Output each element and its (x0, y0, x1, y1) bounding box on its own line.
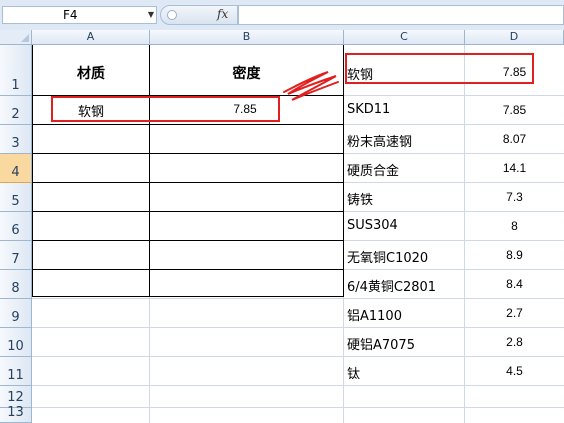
column-header-c[interactable]: C (344, 30, 465, 45)
table-border (32, 153, 344, 154)
row-header-11[interactable]: 11 (0, 357, 32, 386)
grid-line (32, 385, 564, 386)
row-header-10[interactable]: 10 (0, 328, 32, 357)
column-header-a[interactable]: A (32, 30, 150, 45)
cell-c3[interactable]: 粉末高速钢 (344, 131, 412, 150)
column-header-b[interactable]: B (150, 30, 344, 45)
row-number: 6 (11, 223, 20, 238)
table-border (32, 296, 344, 297)
table-border (32, 124, 344, 125)
row-number: 7 (11, 252, 20, 267)
row-header-4[interactable]: 4 (0, 154, 32, 183)
row-number: 1 (11, 78, 20, 93)
cell-d11[interactable]: 4.5 (465, 364, 564, 378)
row-number: 12 (7, 390, 24, 405)
grid-line (32, 298, 564, 299)
row-number: 8 (11, 281, 20, 296)
name-box-value: F4 (63, 8, 78, 22)
row-number: 2 (11, 107, 20, 122)
grid-line (32, 327, 564, 328)
cell-d6[interactable]: 8 (465, 219, 564, 233)
cell-d8[interactable]: 8.4 (465, 277, 564, 291)
column-header-d[interactable]: D (465, 30, 564, 45)
cell-c4[interactable]: 硬质合金 (344, 160, 399, 179)
grid-line (32, 356, 564, 357)
formula-tools: fx (160, 5, 238, 25)
cell-d5[interactable]: 7.3 (465, 190, 564, 204)
row-header-13[interactable]: 13 (0, 405, 32, 423)
cell-c6[interactable]: SUS304 (344, 218, 398, 233)
grid-line (32, 407, 564, 408)
select-all-button[interactable] (0, 30, 32, 45)
highlight-box-source (345, 53, 534, 84)
cell-c5[interactable]: 铸铁 (344, 189, 373, 208)
row-header-1[interactable]: 1 (0, 45, 32, 96)
cell-c7[interactable]: 无氧铜C1020 (344, 247, 428, 266)
row-number: 11 (7, 368, 24, 383)
cell-c10[interactable]: 硬铝A7075 (344, 334, 415, 353)
cell-d9[interactable]: 2.7 (465, 306, 564, 320)
cell-c2[interactable]: SKD11 (344, 102, 390, 117)
cell-c9[interactable]: 铝A1100 (344, 305, 402, 324)
cell-d3[interactable]: 8.07 (465, 132, 564, 146)
cell-d2[interactable]: 7.85 (465, 103, 564, 117)
highlight-box-row2 (51, 96, 280, 122)
cell-d7[interactable]: 8.9 (465, 248, 564, 262)
row-number: 4 (11, 165, 20, 180)
row-header-5[interactable]: 5 (0, 183, 32, 212)
row-number: 10 (7, 339, 24, 354)
cell-d10[interactable]: 2.8 (465, 335, 564, 349)
name-box[interactable]: F4 ▼ (2, 6, 157, 24)
cell-d4[interactable]: 14.1 (465, 161, 564, 175)
row-number: 5 (11, 194, 20, 209)
table-border (32, 240, 344, 241)
arrow-scribble-icon (283, 71, 339, 101)
row-header-6[interactable]: 6 (0, 212, 32, 241)
row-header-7[interactable]: 7 (0, 241, 32, 270)
row-header-9[interactable]: 9 (0, 299, 32, 328)
row-number: 9 (11, 310, 20, 325)
formula-input[interactable] (238, 5, 564, 25)
cell-a1[interactable]: 材质 (33, 63, 149, 83)
resize-grip-icon[interactable] (167, 10, 177, 20)
table-border (32, 182, 344, 183)
row-header-2[interactable]: 2 (0, 96, 32, 125)
cell-c11[interactable]: 钛 (344, 363, 360, 382)
select-all-icon (21, 34, 29, 42)
insert-function-icon[interactable]: fx (217, 7, 228, 21)
row-header-8[interactable]: 8 (0, 270, 32, 299)
row-header-3[interactable]: 3 (0, 125, 32, 154)
table-border (32, 211, 344, 212)
cell-c8[interactable]: 6/4黄铜C2801 (344, 276, 436, 295)
row-number: 3 (11, 136, 20, 151)
name-box-dropdown-icon[interactable]: ▼ (148, 7, 154, 23)
table-border (32, 269, 344, 270)
row-number: 13 (7, 405, 24, 420)
formula-bar: F4 ▼ fx (0, 0, 564, 30)
